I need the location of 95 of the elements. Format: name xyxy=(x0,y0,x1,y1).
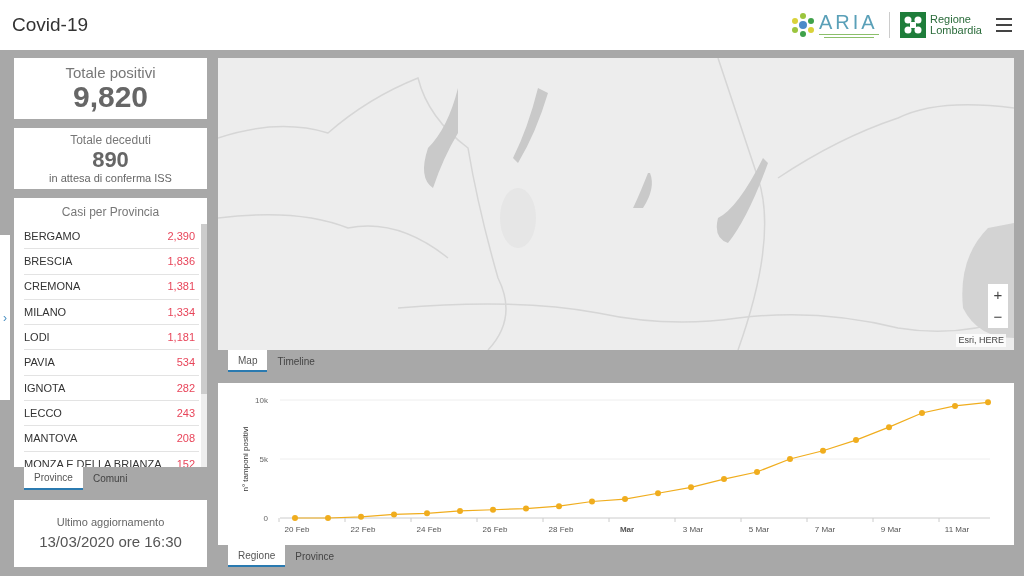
card-value: 9,820 xyxy=(72,80,149,113)
province-name: BERGAMO xyxy=(24,228,81,244)
card-label: Totale positivi xyxy=(65,64,156,81)
case-count: 2,390 xyxy=(167,228,195,244)
logo-text: Regione xyxy=(930,14,972,25)
axis-label: 22 Feb xyxy=(350,525,376,534)
axis-label: 24 Feb xyxy=(416,525,442,534)
data-point xyxy=(721,476,727,483)
data-point xyxy=(787,456,793,462)
province-name: LODI xyxy=(24,330,50,346)
province-name: MANTOVA xyxy=(24,431,78,447)
list-row[interactable]: LECCO 243 xyxy=(24,401,199,427)
axis-label: 10k xyxy=(255,396,268,405)
data-point xyxy=(655,490,661,497)
axis-label: 20 Feb xyxy=(284,525,310,534)
province-name: BRESCIA xyxy=(24,254,73,270)
tab[interactable]: Regione xyxy=(228,545,286,567)
data-point xyxy=(424,510,430,517)
data-point xyxy=(622,496,628,503)
side-panel-handle[interactable]: › xyxy=(0,235,10,400)
logo-text: ARIA xyxy=(819,12,879,32)
list-row[interactable]: IGNOTA 282 xyxy=(24,375,199,402)
zoom-out-button[interactable]: − xyxy=(988,306,1008,328)
card-value: 890 xyxy=(92,148,129,172)
axis-label: 5 Mar xyxy=(748,525,770,534)
province-name: MILANO xyxy=(24,304,67,320)
update-time: 13/03/2020 ore 16:30 xyxy=(39,531,182,552)
list-row[interactable]: PAVIA 534 xyxy=(24,350,199,376)
data-point xyxy=(391,511,397,518)
update-label: Ultimo aggiornamento xyxy=(56,515,165,530)
case-count: 208 xyxy=(176,431,195,447)
case-count: 152 xyxy=(176,456,195,467)
card-note: in attesa di conferma ISS xyxy=(49,172,172,185)
logo-subtitle-icon xyxy=(819,34,879,38)
tab[interactable]: Province xyxy=(285,545,345,567)
list-row[interactable]: BERGAMO 2,390 xyxy=(24,224,199,250)
data-point xyxy=(754,469,760,475)
data-point xyxy=(886,424,892,431)
data-point xyxy=(556,503,562,510)
province-name: IGNOTA xyxy=(24,380,66,396)
tab[interactable]: Province xyxy=(24,467,83,490)
province-name: MONZA E DELLA BRIANZA xyxy=(24,456,162,467)
axis-label: 7 Mar xyxy=(814,525,836,534)
cross-logo-icon xyxy=(900,12,926,38)
scrollbar[interactable] xyxy=(201,224,207,467)
flower-logo-icon xyxy=(790,12,816,38)
zoom-in-button[interactable]: + xyxy=(988,284,1008,306)
axis-label: 5k xyxy=(259,455,268,464)
data-point xyxy=(457,507,463,514)
chevron-icon: › xyxy=(3,308,7,327)
data-point xyxy=(490,506,496,513)
axis-title: n° tamponi positivi xyxy=(241,426,250,492)
list-row[interactable]: MANTOVA 208 xyxy=(24,426,199,452)
tab[interactable]: Timeline xyxy=(267,350,325,372)
case-count: 1,836 xyxy=(167,254,195,270)
tab[interactable]: Comuni xyxy=(82,467,138,490)
axis-label: Mar xyxy=(619,525,635,534)
tab[interactable]: Map xyxy=(228,350,268,372)
data-point xyxy=(820,447,826,454)
province-name: PAVIA xyxy=(24,355,55,371)
panel-title: Casi per Provincia xyxy=(60,204,161,221)
case-count: 1,181 xyxy=(167,330,195,346)
scrollbar-thumb[interactable] xyxy=(201,224,207,395)
data-point xyxy=(688,484,694,491)
menu-icon[interactable] xyxy=(996,18,1012,32)
app-title: Covid-19 xyxy=(12,12,89,37)
case-count: 282 xyxy=(176,380,195,396)
case-count: 1,334 xyxy=(167,304,195,320)
logo-text: Lombardia xyxy=(930,25,982,36)
data-point xyxy=(325,515,331,521)
list-row[interactable]: LODI 1,181 xyxy=(24,325,199,351)
data-point xyxy=(589,498,595,505)
data-point xyxy=(358,513,364,520)
axis-label: 3 Mar xyxy=(682,525,704,534)
data-point xyxy=(985,399,991,406)
case-count: 243 xyxy=(176,405,195,421)
case-count: 534 xyxy=(176,355,195,371)
list-row[interactable]: BRESCIA 1,836 xyxy=(24,249,199,275)
card-label: Totale deceduti xyxy=(70,132,151,148)
map-view[interactable]: + − Esri, HERE xyxy=(218,58,1014,350)
province-name: LECCO xyxy=(24,405,62,421)
case-count: 1,381 xyxy=(167,279,195,295)
axis-label: 0 xyxy=(263,514,268,523)
list-row[interactable]: MILANO 1,334 xyxy=(24,299,199,326)
axis-label: 11 Mar xyxy=(944,525,970,534)
data-point xyxy=(952,402,958,409)
axis-label: 9 Mar xyxy=(880,525,902,534)
data-point xyxy=(523,505,529,512)
axis-label: 26 Feb xyxy=(482,525,508,534)
data-point xyxy=(919,410,925,416)
data-point xyxy=(292,515,298,521)
province-name: CREMONA xyxy=(24,279,81,295)
axis-label: 28 Feb xyxy=(548,525,574,534)
list-row[interactable]: CREMONA 1,381 xyxy=(24,274,199,300)
data-point xyxy=(853,437,859,444)
